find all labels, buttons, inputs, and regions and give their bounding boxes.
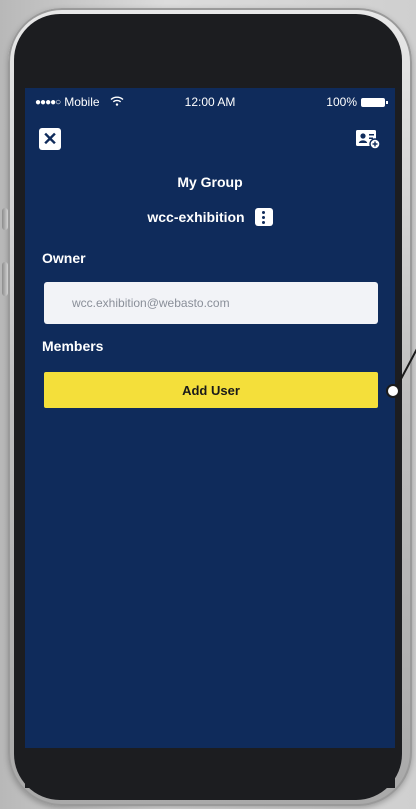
add-user-button[interactable]: Add User <box>44 372 378 408</box>
battery-icon <box>361 97 388 107</box>
owner-email-field: wcc.exhibition@webasto.com <box>44 282 378 324</box>
group-header: wcc-exhibition <box>25 208 395 226</box>
phone-volume-button <box>2 262 8 296</box>
add-contact-icon <box>356 130 381 150</box>
add-contact-button[interactable] <box>355 128 381 150</box>
owner-label: Owner <box>42 250 86 266</box>
page-title: My Group <box>177 174 243 190</box>
close-button[interactable]: ✕ <box>39 128 61 150</box>
callout-marker <box>386 384 400 398</box>
close-icon: ✕ <box>42 129 58 149</box>
more-vertical-icon[interactable] <box>254 208 273 226</box>
phone-side-button <box>2 208 8 230</box>
status-bar: ●●●●○ Mobile 12:00 AM 100% <box>25 88 395 114</box>
group-name: wcc-exhibition <box>147 209 245 225</box>
phone-bottom-bezel <box>25 748 395 788</box>
app-screen: ●●●●○ Mobile 12:00 AM 100% ✕ My Group wc… <box>25 88 395 748</box>
members-label: Members <box>42 338 104 354</box>
battery-status: 100% <box>326 95 388 109</box>
battery-percent: 100% <box>326 95 357 109</box>
